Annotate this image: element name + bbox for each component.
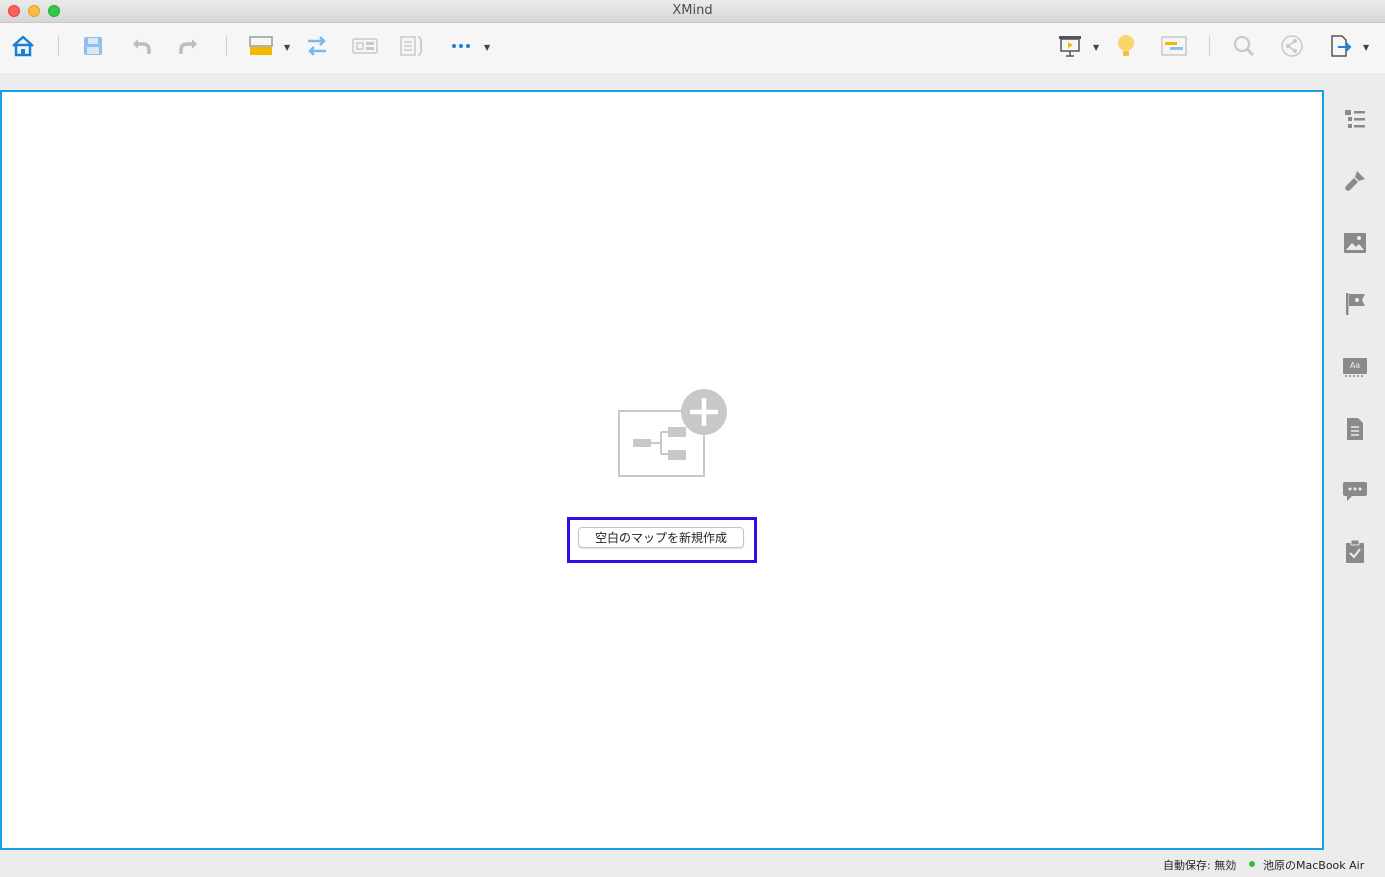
gantt-icon <box>1161 36 1187 56</box>
mind-map-add-icon <box>618 389 727 477</box>
save-icon <box>84 37 102 55</box>
comments-icon <box>1343 482 1367 501</box>
comments-button[interactable] <box>1342 478 1368 504</box>
presentation-button[interactable] <box>1055 32 1085 60</box>
format-button[interactable] <box>1342 168 1368 194</box>
redo-icon <box>179 39 197 54</box>
undo-icon <box>133 39 151 54</box>
undo-button[interactable] <box>126 32 156 60</box>
more-button[interactable] <box>446 32 476 60</box>
boundary-button[interactable] <box>350 32 380 60</box>
window-title: XMind <box>672 3 713 18</box>
new-map-illustration <box>617 388 729 480</box>
redo-button[interactable] <box>174 32 204 60</box>
export-dropdown-caret[interactable]: ▼ <box>1363 43 1369 52</box>
text-style-icon: Aa <box>1343 358 1367 377</box>
search-button[interactable] <box>1229 32 1259 60</box>
status-bar: 自動保存: 無効 池原のMacBook Air <box>0 851 1385 877</box>
toolbar: ▼ ▼ ▼ ▼ <box>0 23 1385 73</box>
new-blank-map-button[interactable]: 空白のマップを新規作成 <box>578 527 744 548</box>
relationship-icon <box>308 36 326 56</box>
notes-button[interactable] <box>1342 416 1368 442</box>
save-button[interactable] <box>78 32 108 60</box>
search-icon <box>1233 35 1255 57</box>
toolbar-separator <box>58 36 59 56</box>
text-style-button[interactable]: Aa <box>1342 354 1368 380</box>
summary-icon <box>400 36 423 56</box>
title-bar: XMind <box>0 0 1385 23</box>
online-status-icon <box>1249 861 1255 867</box>
autosave-status[interactable]: 自動保存: 無効 <box>1163 857 1236 873</box>
device-name[interactable]: 池原のMacBook Air <box>1263 857 1364 873</box>
home-button[interactable] <box>8 32 38 60</box>
toolbar-separator <box>226 36 227 56</box>
outline-icon <box>1345 110 1365 128</box>
more-dropdown-caret[interactable]: ▼ <box>484 43 490 52</box>
export-button[interactable] <box>1325 32 1355 60</box>
export-icon <box>1331 35 1352 57</box>
brainstorm-icon <box>1118 35 1134 56</box>
gantt-button[interactable] <box>1159 32 1189 60</box>
share-button[interactable] <box>1277 32 1307 60</box>
right-sidebar: Aa <box>1327 90 1385 850</box>
outline-button[interactable] <box>1342 106 1368 132</box>
marker-icon <box>1346 293 1365 315</box>
marker-button[interactable] <box>1342 291 1368 317</box>
task-icon <box>1346 539 1364 563</box>
share-icon <box>1281 35 1303 57</box>
toolbar-separator <box>1209 36 1210 56</box>
image-button[interactable] <box>1342 230 1368 256</box>
image-icon <box>1344 233 1366 253</box>
brainstorm-button[interactable] <box>1111 32 1141 60</box>
format-icon <box>1345 171 1365 191</box>
task-button[interactable] <box>1342 539 1368 565</box>
topic-style-dropdown-caret[interactable]: ▼ <box>284 43 290 52</box>
topic-style-button[interactable] <box>246 32 276 60</box>
relationship-button[interactable] <box>302 32 332 60</box>
home-icon <box>12 35 34 57</box>
more-icon <box>452 44 470 48</box>
notes-icon <box>1347 418 1363 440</box>
svg-text:Aa: Aa <box>1350 361 1360 370</box>
summary-button[interactable] <box>398 32 428 60</box>
presentation-dropdown-caret[interactable]: ▼ <box>1093 43 1099 52</box>
topic-style-icon <box>249 36 273 55</box>
presentation-icon <box>1059 36 1081 57</box>
boundary-icon <box>352 38 378 54</box>
